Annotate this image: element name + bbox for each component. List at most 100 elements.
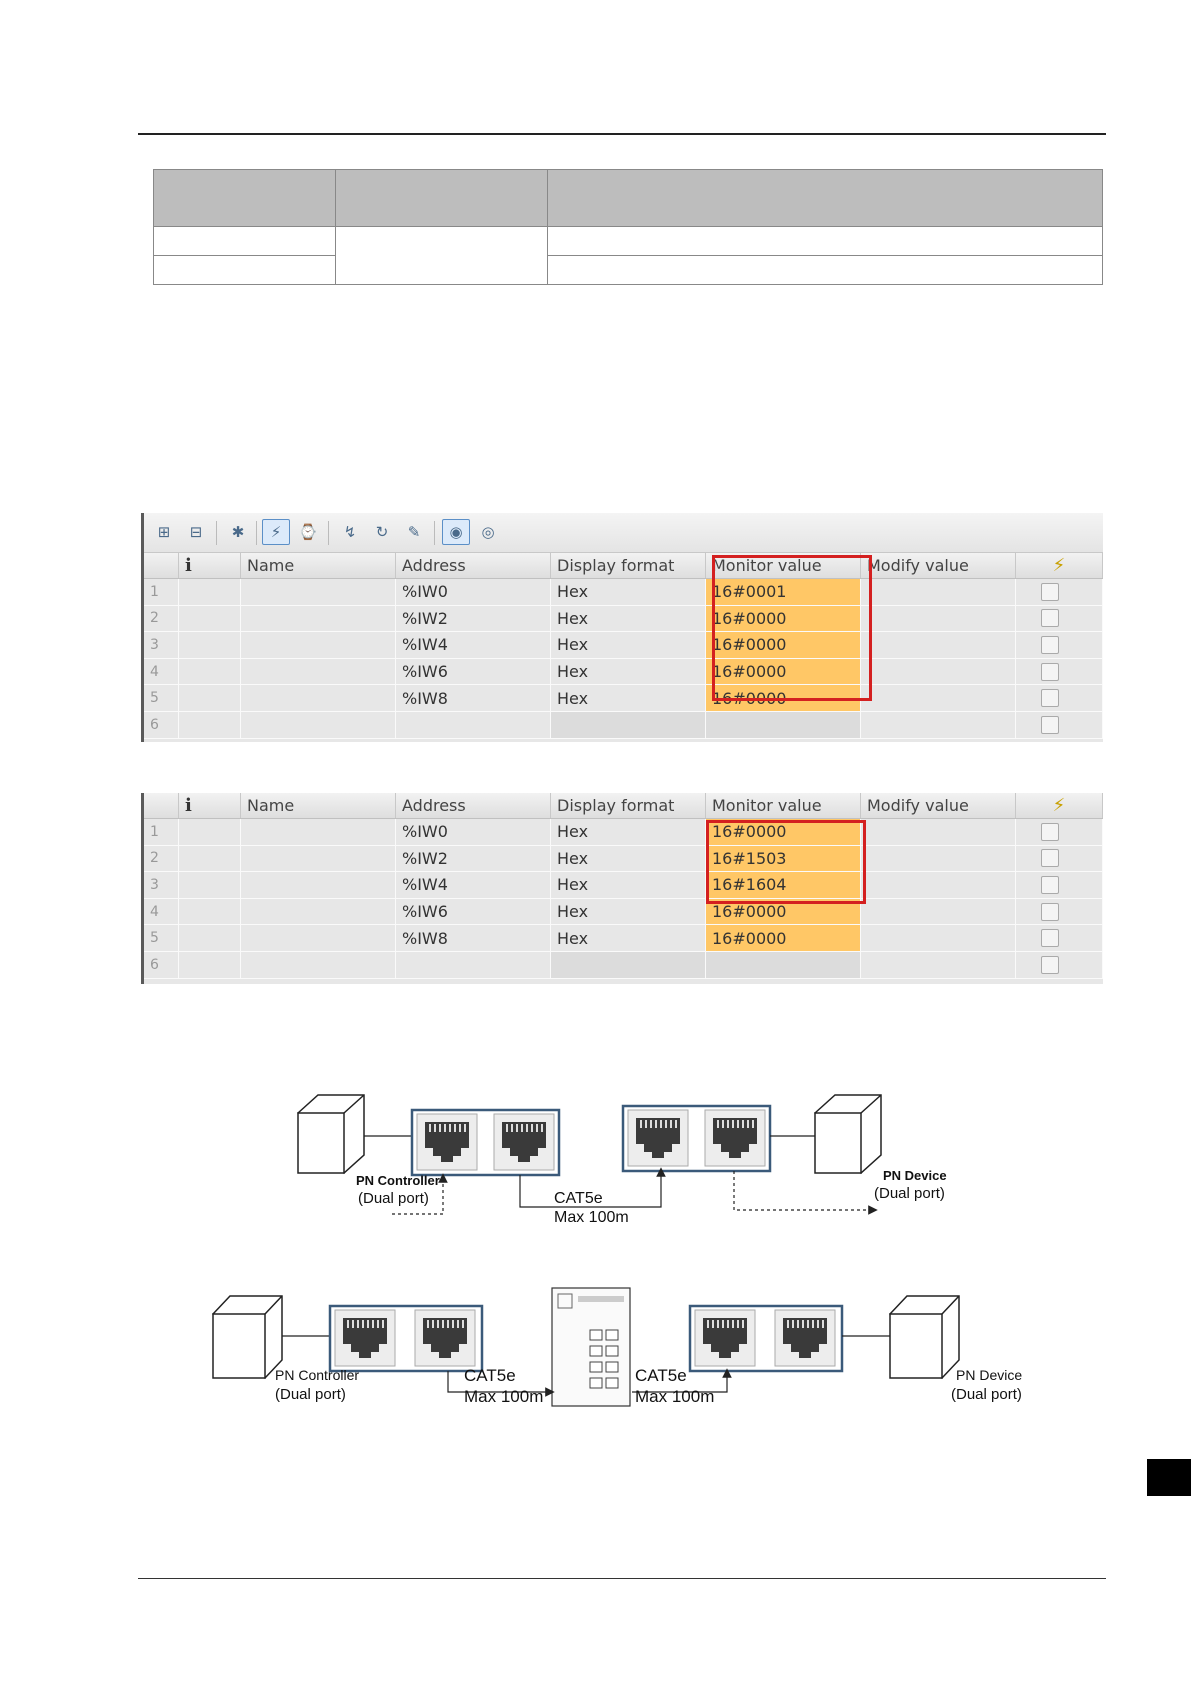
row-modify-value[interactable] — [861, 632, 1016, 658]
column-header-modify-value[interactable]: Modify value — [861, 793, 1016, 818]
table-row[interactable]: 2 %IW2 Hex 16#1503 — [144, 845, 1103, 873]
device-label: PN Device — [883, 1168, 947, 1183]
row-name[interactable] — [241, 632, 396, 658]
row-address: %IW2 — [396, 605, 551, 632]
row-number: 3 — [144, 632, 179, 658]
row-name[interactable] — [241, 605, 396, 632]
row-name[interactable] — [241, 579, 396, 605]
modify-now-icon[interactable]: ↯ — [336, 519, 364, 545]
row-name[interactable] — [241, 845, 396, 872]
column-header-monitor-value[interactable]: Monitor value — [706, 793, 861, 818]
table-row[interactable]: 3 %IW4 Hex 16#1604 — [144, 872, 1103, 899]
column-header-address[interactable]: Address — [396, 553, 551, 578]
column-header-display-format[interactable]: Display format — [551, 793, 706, 818]
table-row[interactable]: 4 %IW6 Hex 16#0000 — [144, 898, 1103, 926]
modify-trigger-icon[interactable]: ↻ — [368, 519, 396, 545]
force-checkbox[interactable] — [1041, 822, 1059, 841]
controller-ports — [328, 1304, 484, 1373]
row-info — [179, 605, 241, 632]
row-modify-value[interactable] — [861, 845, 1016, 872]
row-info — [179, 632, 241, 658]
row-address: %IW8 — [396, 925, 551, 951]
force-checkbox[interactable] — [1041, 635, 1059, 654]
controller-cube — [296, 1094, 365, 1175]
force-checkbox[interactable] — [1041, 955, 1059, 974]
row-display-format: Hex — [551, 845, 706, 872]
row-modify-value[interactable] — [861, 925, 1016, 951]
row-name[interactable] — [241, 951, 396, 978]
row-number: 2 — [144, 845, 179, 872]
force-checkbox[interactable] — [1041, 715, 1059, 734]
row-modify-value[interactable] — [861, 819, 1016, 845]
monitor-once-icon[interactable]: ⌚ — [294, 519, 322, 545]
add-row-icon[interactable]: ⊞ — [150, 519, 178, 545]
row-modify-value[interactable] — [861, 872, 1016, 898]
row-number: 5 — [144, 685, 179, 711]
row-force-cell — [1016, 819, 1103, 845]
row-modify-value[interactable] — [861, 951, 1016, 978]
force-checkbox[interactable] — [1041, 902, 1059, 921]
row-name[interactable] — [241, 711, 396, 738]
table-row[interactable]: 1 %IW0 Hex 16#0001 — [144, 579, 1103, 606]
table-row[interactable]: 6 — [144, 711, 1103, 739]
force-checkbox[interactable] — [1041, 662, 1059, 681]
column-header-display-format[interactable]: Display format — [551, 553, 706, 578]
insert-row-icon[interactable]: ⊟ — [182, 519, 210, 545]
force-icon[interactable]: ✎ — [400, 519, 428, 545]
controller-port-label: (Dual port) — [358, 1190, 429, 1207]
force-checkbox[interactable] — [1041, 849, 1059, 868]
force-checkbox[interactable] — [1041, 689, 1059, 708]
row-name[interactable] — [241, 898, 396, 925]
row-force-cell — [1016, 605, 1103, 632]
table-row[interactable]: 5 %IW8 Hex 16#0000 — [144, 685, 1103, 712]
spec-table-row — [153, 226, 1103, 285]
row-name[interactable] — [241, 658, 396, 685]
table-row[interactable]: 6 — [144, 951, 1103, 979]
column-header-monitor-value[interactable]: Monitor value — [706, 553, 861, 578]
row-modify-value[interactable] — [861, 685, 1016, 711]
table-row[interactable]: 1 %IW0 Hex 16#0000 — [144, 819, 1103, 846]
row-force-cell — [1016, 898, 1103, 925]
row-force-cell — [1016, 632, 1103, 658]
row-modify-value[interactable] — [861, 605, 1016, 632]
row-number: 1 — [144, 579, 179, 605]
table-row[interactable]: 4 %IW6 Hex 16#0000 — [144, 658, 1103, 686]
row-modify-value[interactable] — [861, 579, 1016, 605]
row-address: %IW8 — [396, 685, 551, 711]
row-name[interactable] — [241, 872, 396, 898]
force-checkbox[interactable] — [1041, 875, 1059, 894]
row-monitor-value: 16#1503 — [706, 845, 861, 872]
column-header-name[interactable]: Name — [241, 553, 396, 578]
row-address: %IW4 — [396, 632, 551, 658]
monitor-all-icon[interactable]: ⚡ — [262, 519, 290, 545]
table-row[interactable]: 3 %IW4 Hex 16#0000 — [144, 632, 1103, 659]
row-modify-value[interactable] — [861, 711, 1016, 738]
row-modify-value[interactable] — [861, 898, 1016, 925]
column-header-name[interactable]: Name — [241, 793, 396, 818]
force-checkbox[interactable] — [1041, 582, 1059, 601]
show-monitor-icon[interactable]: ◉ — [442, 519, 470, 545]
row-monitor-value — [706, 711, 861, 738]
row-name[interactable] — [241, 685, 396, 711]
row-monitor-value: 16#0000 — [706, 658, 861, 685]
device-ports — [621, 1104, 772, 1173]
column-header-address[interactable]: Address — [396, 793, 551, 818]
row-address: %IW6 — [396, 658, 551, 685]
force-checkbox[interactable] — [1041, 609, 1059, 628]
row-number: 1 — [144, 819, 179, 845]
table-row[interactable]: 5 %IW8 Hex 16#0000 — [144, 925, 1103, 952]
row-info — [179, 845, 241, 872]
table-row[interactable]: 2 %IW2 Hex 16#0000 — [144, 605, 1103, 633]
spec-table-row — [153, 255, 1103, 285]
insert-modify-icon[interactable]: ✱ — [224, 519, 252, 545]
show-modify-icon[interactable]: ◎ — [474, 519, 502, 545]
row-modify-value[interactable] — [861, 658, 1016, 685]
force-checkbox[interactable] — [1041, 929, 1059, 948]
chapter-tab — [1147, 1459, 1191, 1496]
row-force-cell — [1016, 658, 1103, 685]
row-name[interactable] — [241, 925, 396, 951]
column-header-modify-value[interactable]: Modify value — [861, 553, 1016, 578]
row-name[interactable] — [241, 819, 396, 845]
row-number: 2 — [144, 605, 179, 632]
watch-rows: 1 %IW0 Hex 16#0001 2 %IW2 Hex 16#0000 3 %IW4 Hex 16… — [144, 579, 1103, 739]
